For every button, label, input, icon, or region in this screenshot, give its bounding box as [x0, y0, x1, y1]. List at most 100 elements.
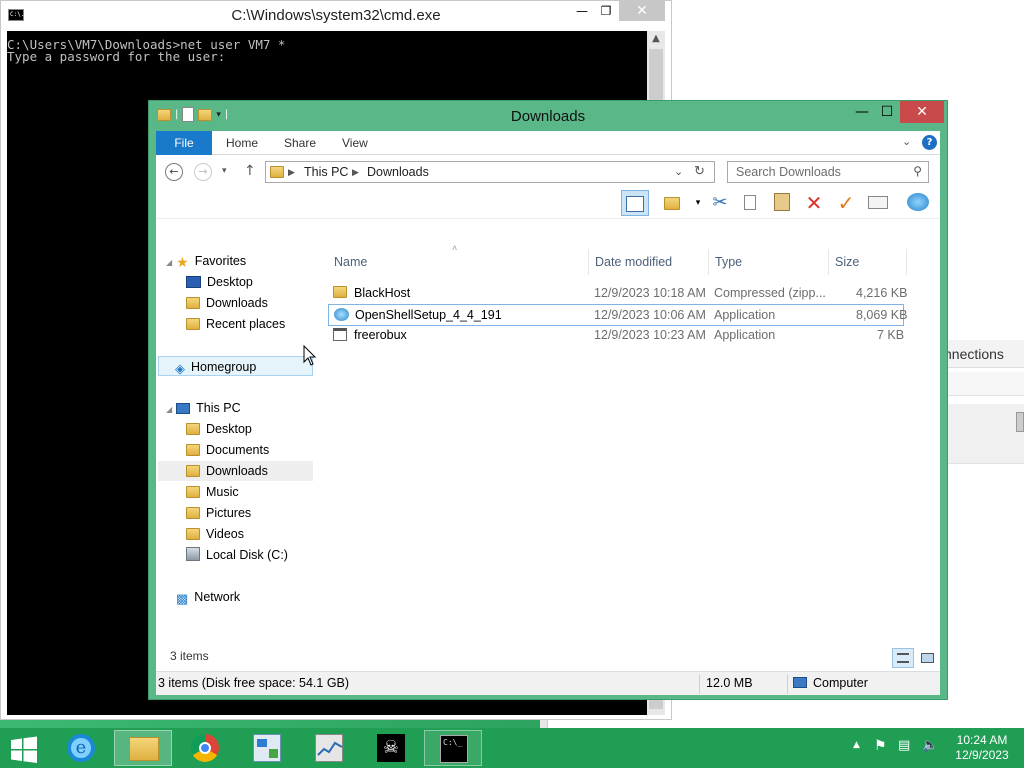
internet-explorer-button[interactable]: e — [52, 730, 110, 766]
address-bar[interactable]: ▶ This PC ▶ Downloads ⌄ ↻ — [265, 161, 715, 183]
file-list: ˄ Name Date modified Type Size BlackHost… — [328, 243, 940, 669]
background-row — [944, 372, 1024, 396]
volume-muted-icon[interactable]: 🔈 — [922, 738, 938, 753]
explorer-window[interactable]: | ▾ | Downloads — ☐ ✕ File Home Share Vi… — [148, 100, 948, 700]
maximize-button[interactable]: ☐ — [875, 101, 899, 123]
nav-this-pc-downloads[interactable]: Downloads — [158, 461, 313, 481]
application-icon — [333, 328, 347, 341]
drive-icon — [186, 547, 200, 561]
background-scroll-thumb[interactable] — [1016, 412, 1024, 432]
address-dropdown-icon[interactable]: ⌄ — [674, 165, 683, 178]
maximize-button[interactable]: ❐ — [592, 1, 620, 21]
help-icon[interactable]: ? — [922, 135, 937, 150]
close-button[interactable]: ✕ — [900, 101, 944, 123]
large-icons-view-button[interactable] — [916, 648, 938, 668]
tab-share[interactable]: Share — [284, 131, 316, 155]
column-date-modified[interactable]: Date modified — [595, 255, 672, 269]
computer-icon — [176, 403, 191, 414]
computer-icon — [793, 676, 807, 690]
search-input[interactable]: Search Downloads ⚲ — [727, 161, 929, 183]
recent-locations-icon[interactable]: ▾ — [222, 166, 227, 176]
close-button[interactable]: ✕ — [619, 1, 665, 21]
search-icon[interactable]: ⚲ — [913, 164, 922, 178]
paste-icon[interactable] — [768, 190, 796, 216]
file-row-selected[interactable]: OpenShellSetup_4_4_191 12/9/2023 10:06 A… — [328, 304, 907, 326]
expand-ribbon-icon[interactable]: ⌄ — [902, 135, 911, 148]
downloads-folder-icon — [186, 297, 200, 309]
cmd-taskbar-button[interactable]: C:\_ — [424, 730, 482, 766]
forward-button[interactable]: → — [194, 163, 212, 181]
control-panel-button[interactable] — [238, 730, 296, 766]
cmd-icon: C:\_ — [440, 735, 468, 763]
file-row[interactable]: BlackHost 12/9/2023 10:18 AM Compressed … — [328, 283, 908, 305]
preview-pane-icon[interactable] — [621, 190, 649, 216]
tab-home[interactable]: Home — [226, 131, 258, 155]
breadcrumb-separator-icon[interactable]: ▶ — [352, 167, 359, 178]
refresh-icon[interactable]: ↻ — [694, 163, 705, 179]
up-button[interactable]: ↑ — [244, 163, 256, 179]
pirate-app-button[interactable]: ☠ — [362, 730, 420, 766]
internet-explorer-icon: e — [67, 734, 95, 762]
nav-this-pc-desktop[interactable]: Desktop — [186, 419, 252, 439]
breadcrumb-this-pc[interactable]: This PC — [304, 165, 348, 179]
file-explorer-button[interactable] — [114, 730, 172, 766]
explorer-titlebar[interactable]: | ▾ | Downloads — ☐ ✕ — [149, 101, 947, 131]
recent-places-icon — [186, 318, 200, 330]
downloads-folder-icon — [270, 166, 284, 178]
rename-icon[interactable]: ✓ — [832, 190, 860, 216]
expand-icon[interactable]: ◢ — [166, 405, 172, 414]
copy-icon[interactable] — [736, 190, 764, 216]
nav-favorites[interactable]: ◢ ★ Favorites — [166, 251, 246, 271]
breadcrumb-separator-icon[interactable]: ▶ — [288, 167, 295, 178]
performance-icon — [315, 734, 343, 762]
minimize-button[interactable]: — — [849, 101, 875, 123]
nav-documents[interactable]: Documents — [186, 440, 269, 460]
explorer-body: File Home Share View ⌄ ? ← → ▾ ↑ ▶ This … — [156, 131, 940, 693]
file-name: freerobux — [354, 328, 407, 342]
nav-local-disk[interactable]: Local Disk (C:) — [186, 545, 288, 565]
file-row[interactable]: freerobux 12/9/2023 10:23 AM Application… — [328, 325, 904, 347]
column-size[interactable]: Size — [835, 255, 859, 269]
cut-icon[interactable]: ✂ — [706, 190, 734, 216]
show-hidden-icons-icon[interactable]: ▲ — [853, 740, 860, 750]
chrome-button[interactable] — [176, 730, 234, 766]
column-type[interactable]: Type — [715, 255, 742, 269]
organize-icon[interactable] — [658, 190, 686, 216]
nav-pictures[interactable]: Pictures — [186, 503, 251, 523]
documents-folder-icon — [186, 444, 200, 456]
scroll-up-icon[interactable]: ▲ — [647, 31, 665, 47]
delete-icon[interactable]: ✕ — [800, 190, 828, 216]
back-button[interactable]: ← — [165, 163, 183, 181]
network-tray-icon[interactable]: ▤ — [898, 738, 910, 753]
details-view-button[interactable] — [892, 648, 914, 668]
cmd-titlebar[interactable]: C:\. C:\Windows\system32\cmd.exe — ❐ ✕ — [1, 1, 671, 31]
clock[interactable]: 10:24 AM 12/9/2023 — [952, 733, 1012, 763]
start-button[interactable] — [0, 730, 50, 766]
nav-favorites-downloads[interactable]: Downloads — [186, 293, 268, 313]
task-manager-button[interactable] — [300, 730, 358, 766]
action-center-flag-icon[interactable]: ⚑ — [874, 738, 887, 754]
navigation-bar: ← → ▾ ↑ ▶ This PC ▶ Downloads ⌄ ↻ Search… — [156, 155, 940, 187]
music-folder-icon — [186, 486, 200, 498]
file-size: 4,216 KB — [856, 286, 908, 300]
column-name[interactable]: Name — [334, 255, 367, 269]
star-icon: ★ — [176, 254, 189, 270]
nav-this-pc[interactable]: ◢ This PC — [166, 398, 241, 418]
openshell-icon[interactable] — [904, 190, 932, 216]
tab-file[interactable]: File — [156, 131, 212, 155]
status-size: 12.0 MB — [706, 676, 753, 690]
nav-favorites-desktop[interactable]: Desktop — [186, 272, 253, 292]
videos-folder-icon — [186, 528, 200, 540]
nav-network[interactable]: ▩ Network — [176, 587, 240, 607]
nav-homegroup[interactable]: ◈ Homegroup — [158, 356, 313, 376]
file-date: 12/9/2023 10:23 AM — [594, 328, 706, 342]
breadcrumb-downloads[interactable]: Downloads — [367, 165, 429, 179]
pictures-folder-icon — [186, 507, 200, 519]
nav-recent-places[interactable]: Recent places — [186, 314, 285, 334]
nav-music[interactable]: Music — [186, 482, 239, 502]
file-type: Application — [714, 328, 776, 342]
tab-view[interactable]: View — [342, 131, 368, 155]
expand-icon[interactable]: ◢ — [166, 258, 172, 267]
properties-icon[interactable] — [864, 190, 892, 216]
nav-videos[interactable]: Videos — [186, 524, 244, 544]
